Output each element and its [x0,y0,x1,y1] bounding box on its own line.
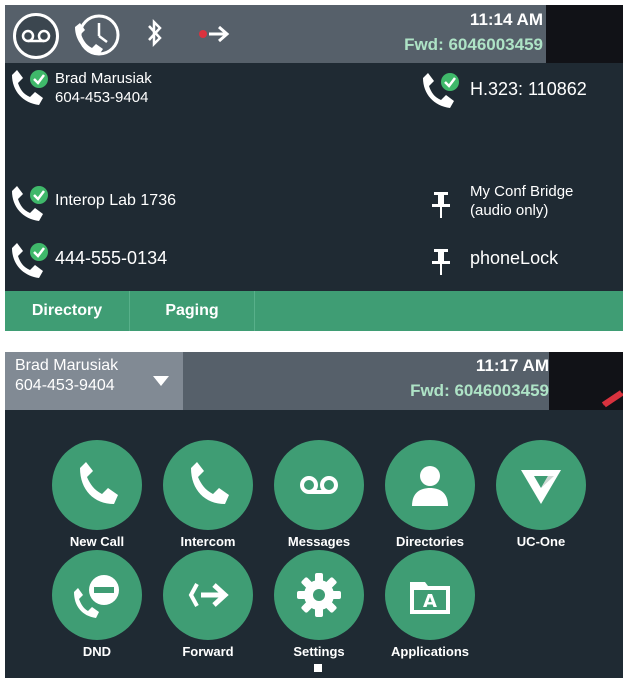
app-applications[interactable]: A Applications [375,550,485,659]
voicemail-icon[interactable] [274,440,364,530]
pin-icon [429,190,453,220]
do-not-disturb-icon[interactable] [52,550,142,640]
line-key-icon[interactable] [9,240,49,280]
speed-dial-label[interactable]: My Conf Bridge [470,183,573,200]
clock-time: 11:17 AM [475,356,549,375]
registered-line-icon[interactable] [9,67,49,107]
app-new-call[interactable]: New Call [42,440,152,549]
line-number[interactable]: 604-453-9404 [55,89,148,106]
app-forward[interactable]: Forward [153,550,263,659]
app-intercom[interactable]: Intercom [153,440,263,549]
app-messages[interactable]: Messages [264,440,374,549]
phone-icon[interactable] [163,440,253,530]
app-label: DND [82,644,112,659]
person-icon[interactable] [385,440,475,530]
forward-status: Fwd: 6046003459 [410,381,549,400]
call-forward-icon [197,19,231,47]
pin-icon [429,247,453,277]
app-label: Messages [287,534,351,549]
forward-icon[interactable] [163,550,253,640]
clock-time: 11:14 AM [469,10,543,29]
paging-softkey[interactable]: Paging [130,291,255,331]
app-label: Forward [182,644,234,659]
h323-line-icon[interactable] [420,70,460,110]
call-blocked-icon [601,390,623,408]
call-history-icon[interactable] [71,11,121,61]
applications-icon[interactable]: A [385,550,475,640]
chevron-down-icon[interactable] [153,376,169,386]
svg-text:A: A [423,591,437,612]
app-settings[interactable]: Settings [264,550,374,659]
h323-line-label[interactable]: H.323: 110862 [470,79,587,100]
app-directories[interactable]: Directories [375,440,485,549]
app-label: Intercom [180,534,236,549]
line-name[interactable]: Brad Marusiak [55,70,152,87]
line-key-label[interactable]: 444-555-0134 [55,248,167,269]
app-label: Directories [396,534,464,549]
line-name[interactable]: Brad Marusiak [15,357,118,375]
app-dnd[interactable]: DND [42,550,152,659]
voicemail-icon[interactable] [13,13,59,59]
softkey-bar: Directory Paging [5,291,623,331]
app-label: New Call [69,534,125,549]
app-label: UC-One [516,534,566,549]
forward-status: Fwd: 6046003459 [404,35,543,54]
bluetooth-icon [145,18,165,55]
app-label: Applications [390,644,469,659]
status-bar-corner [546,5,623,63]
phone-screen-lines: 11:14 AM Fwd: 6046003459 Brad Marusiak 6… [5,5,623,331]
gear-icon[interactable] [274,550,364,640]
line-key-label[interactable]: Interop Lab 1736 [55,192,176,210]
speed-dial-sublabel[interactable]: (audio only) [470,202,548,219]
uc-one-logo-icon[interactable] [496,440,586,530]
line-key-icon[interactable] [9,183,49,223]
directory-softkey[interactable]: Directory [5,291,130,331]
line-number[interactable]: 604-453-9404 [15,377,115,395]
phone-screen-home: Brad Marusiak 604-453-9404 11:17 AM Fwd:… [5,352,623,678]
app-label: Settings [293,644,345,659]
page-indicator-dot [314,664,322,672]
app-uc-one[interactable]: UC-One [486,440,596,549]
speed-dial-label[interactable]: phoneLock [470,248,558,269]
phone-icon[interactable] [52,440,142,530]
